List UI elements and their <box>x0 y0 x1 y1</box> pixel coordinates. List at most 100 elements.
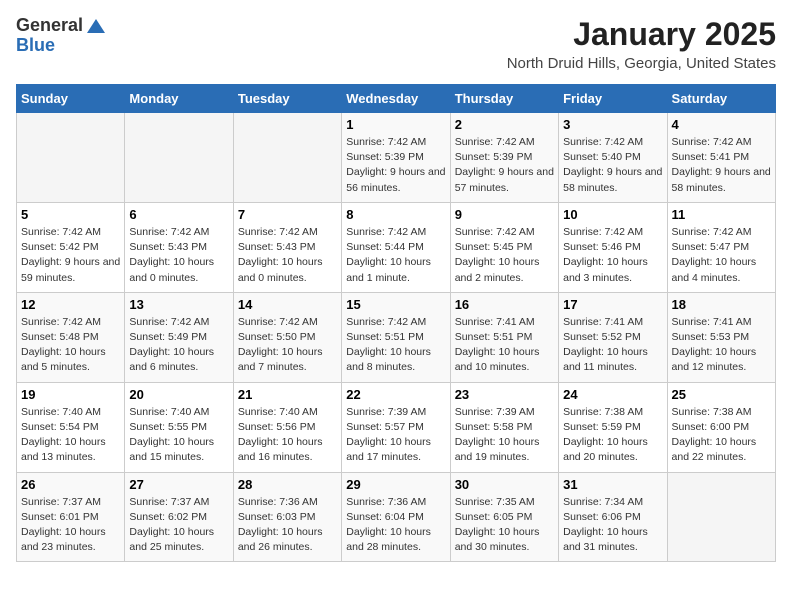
day-info-line: Sunrise: 7:42 AM <box>129 226 209 238</box>
calendar-cell: 3Sunrise: 7:42 AMSunset: 5:40 PMDaylight… <box>559 113 667 203</box>
day-info-line: Sunrise: 7:34 AM <box>563 496 643 508</box>
day-number: 19 <box>21 387 120 402</box>
day-info-line: Daylight: 10 hours and 25 minutes. <box>129 526 214 553</box>
day-info-line: Daylight: 10 hours and 3 minutes. <box>563 256 648 283</box>
day-info-line: Daylight: 10 hours and 0 minutes. <box>238 256 323 283</box>
day-info: Sunrise: 7:35 AMSunset: 6:05 PMDaylight:… <box>455 495 554 556</box>
weekday-header: Tuesday <box>233 85 341 113</box>
day-info-line: Sunrise: 7:42 AM <box>563 136 643 148</box>
calendar-cell: 4Sunrise: 7:42 AMSunset: 5:41 PMDaylight… <box>667 113 775 203</box>
day-info: Sunrise: 7:36 AMSunset: 6:04 PMDaylight:… <box>346 495 445 556</box>
day-number: 10 <box>563 207 662 222</box>
day-info-line: Daylight: 10 hours and 15 minutes. <box>129 436 214 463</box>
calendar-cell: 13Sunrise: 7:42 AMSunset: 5:49 PMDayligh… <box>125 292 233 382</box>
calendar-cell: 8Sunrise: 7:42 AMSunset: 5:44 PMDaylight… <box>342 202 450 292</box>
day-info-line: Daylight: 10 hours and 12 minutes. <box>672 346 757 373</box>
day-info-line: Sunrise: 7:37 AM <box>129 496 209 508</box>
calendar-cell: 30Sunrise: 7:35 AMSunset: 6:05 PMDayligh… <box>450 472 558 562</box>
day-info-line: Sunset: 5:55 PM <box>129 421 207 433</box>
day-number: 23 <box>455 387 554 402</box>
calendar-cell: 10 Sunrise: 7:42 AMSunset: 5:46 PMDayligh… <box>559 202 667 292</box>
day-number: 15 <box>346 297 445 312</box>
day-number: 5 <box>21 207 120 222</box>
weekday-header: Sunday <box>17 85 125 113</box>
calendar-cell: 18Sunrise: 7:41 AMSunset: 5:53 PMDayligh… <box>667 292 775 382</box>
day-info-line: Sunrise: 7:40 AM <box>129 406 209 418</box>
day-info-line: Sunset: 6:06 PM <box>563 511 641 523</box>
day-number: 6 <box>129 207 228 222</box>
day-info-line: Sunset: 5:53 PM <box>672 331 750 343</box>
calendar-cell: 26Sunrise: 7:37 AMSunset: 6:01 PMDayligh… <box>17 472 125 562</box>
calendar-cell <box>17 113 125 203</box>
day-info: Sunrise: 7:42 AMSunset: 5:39 PMDaylight:… <box>346 135 445 196</box>
calendar-week-row: 1Sunrise: 7:42 AMSunset: 5:39 PMDaylight… <box>17 113 776 203</box>
calendar-cell <box>233 113 341 203</box>
day-info-line: Sunrise: 7:42 AM <box>346 316 426 328</box>
day-info-line: Sunset: 5:58 PM <box>455 421 533 433</box>
day-info-line: Daylight: 10 hours and 22 minutes. <box>672 436 757 463</box>
calendar-cell: 16 Sunrise: 7:41 AMSunset: 5:51 PMDayligh… <box>450 292 558 382</box>
calendar-cell: 19 Sunrise: 7:40 AMSunset: 5:54 PMDayligh… <box>17 382 125 472</box>
day-number: 9 <box>455 207 554 222</box>
day-number: 13 <box>129 297 228 312</box>
calendar-cell: 28Sunrise: 7:36 AMSunset: 6:03 PMDayligh… <box>233 472 341 562</box>
day-info: Sunrise: 7:42 AMSunset: 5:44 PMDaylight:… <box>346 225 445 286</box>
day-number: 12 <box>21 297 120 312</box>
day-info-line: Sunrise: 7:36 AM <box>346 496 426 508</box>
day-info-line: Sunset: 5:57 PM <box>346 421 424 433</box>
day-number: 4 <box>672 117 771 132</box>
day-info-line: Daylight: 9 hours and 58 minutes. <box>563 166 662 193</box>
day-info: Sunrise: 7:41 AMSunset: 5:51 PMDaylight:… <box>455 315 554 376</box>
day-info-line: Daylight: 10 hours and 31 minutes. <box>563 526 648 553</box>
day-info-line: Daylight: 10 hours and 26 minutes. <box>238 526 323 553</box>
calendar-cell <box>125 113 233 203</box>
day-info: Sunrise: 7:40 AMSunset: 5:54 PMDaylight:… <box>21 405 120 466</box>
calendar-cell: 31 Sunrise: 7:34 AM Sunset: 6:06 PM Dayligh… <box>559 472 667 562</box>
day-info-line: Sunrise: 7:42 AM <box>21 316 101 328</box>
day-info-line: Sunset: 5:49 PM <box>129 331 207 343</box>
day-info: Sunrise: 7:42 AMSunset: 5:46 PMDaylight:… <box>563 225 662 286</box>
day-number: 11 <box>672 207 771 222</box>
day-info: Sunrise: 7:42 AM Sunset: 5:51 PM Daylight:… <box>346 315 445 376</box>
day-info-line: Sunset: 5:42 PM <box>21 241 99 253</box>
day-info: Sunrise: 7:40 AM Sunset: 5:55 PM Daylight:… <box>129 405 228 466</box>
day-info-line: Sunset: 6:03 PM <box>238 511 316 523</box>
day-info-line: Sunrise: 7:39 AM <box>346 406 426 418</box>
day-info: Sunrise: 7:37 AMSunset: 6:02 PMDaylight:… <box>129 495 228 556</box>
calendar-cell: 11 Sunrise: 7:42 AMSunset: 5:47 PMDayligh… <box>667 202 775 292</box>
calendar-cell: 5Sunrise: 7:42 AMSunset: 5:42 PMDaylight… <box>17 202 125 292</box>
day-info-line: Daylight: 10 hours and 8 minutes. <box>346 346 431 373</box>
day-info-line: Daylight: 9 hours and 57 minutes. <box>455 166 554 193</box>
day-number: 31 <box>563 477 662 492</box>
day-info-line: Sunset: 5:51 PM <box>455 331 533 343</box>
calendar-week-row: 19 Sunrise: 7:40 AMSunset: 5:54 PMDayligh… <box>17 382 776 472</box>
day-info: Sunrise: 7:42 AMSunset: 5:43 PMDaylight:… <box>238 225 337 286</box>
day-info: Sunrise: 7:37 AMSunset: 6:01 PMDaylight:… <box>21 495 120 556</box>
day-number: 27 <box>129 477 228 492</box>
day-info-line: Sunrise: 7:41 AM <box>672 316 752 328</box>
day-info: Sunrise: 7:41 AMSunset: 5:52 PMDaylight:… <box>563 315 662 376</box>
day-number: 2 <box>455 117 554 132</box>
day-info-line: Sunrise: 7:41 AM <box>563 316 643 328</box>
logo-general: General <box>16 16 83 36</box>
day-info-line: Sunset: 5:51 PM <box>346 331 424 343</box>
day-info-line: Daylight: 9 hours and 56 minutes. <box>346 166 445 193</box>
day-number: 25 <box>672 387 771 402</box>
day-info: Sunrise: 7:42 AMSunset: 5:47 PMDaylight:… <box>672 225 771 286</box>
day-number: 16 <box>455 297 554 312</box>
day-info: Sunrise: 7:42 AMSunset: 5:39 PMDaylight:… <box>455 135 554 196</box>
day-info-line: Sunset: 5:43 PM <box>129 241 207 253</box>
weekday-header: Saturday <box>667 85 775 113</box>
weekday-header: Friday <box>559 85 667 113</box>
day-info-line: Daylight: 10 hours and 11 minutes. <box>563 346 648 373</box>
day-info-line: Sunset: 5:46 PM <box>563 241 641 253</box>
day-info: Sunrise: 7:42 AMSunset: 5:43 PMDaylight:… <box>129 225 228 286</box>
day-info-line: Sunset: 5:56 PM <box>238 421 316 433</box>
day-number: 7 <box>238 207 337 222</box>
day-info-line: Sunrise: 7:38 AM <box>672 406 752 418</box>
day-info-line: Sunrise: 7:36 AM <box>238 496 318 508</box>
day-info-line: Sunrise: 7:37 AM <box>21 496 101 508</box>
calendar-cell: 25Sunrise: 7:38 AMSunset: 6:00 PMDayligh… <box>667 382 775 472</box>
calendar-week-row: 5 Sunrise: 7:42 AM Sunset: 5:42 PM Daylight… <box>17 202 776 292</box>
day-info-line: Sunset: 6:01 PM <box>21 511 99 523</box>
